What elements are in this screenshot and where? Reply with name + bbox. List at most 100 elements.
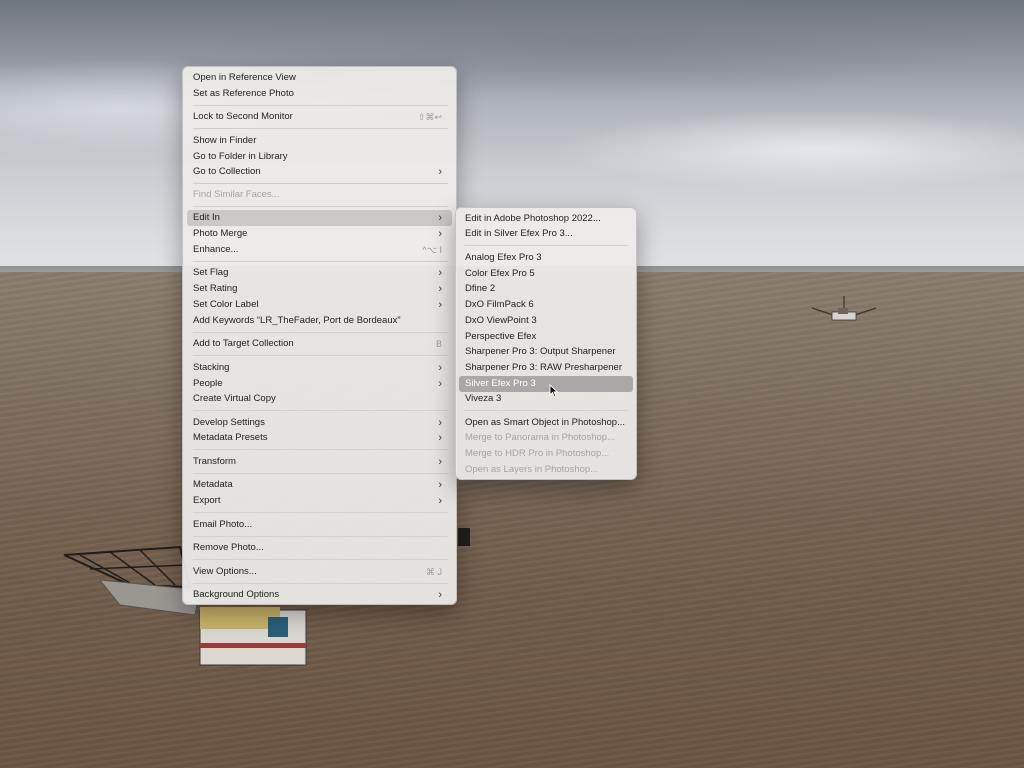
menu-item-label: Edit In (193, 212, 220, 223)
submenu-item-merge-to-hdr: Merge to HDR Pro in Photoshop... (459, 446, 633, 462)
menu-item-create-virtual-copy[interactable]: Create Virtual Copy (187, 391, 452, 407)
menu-item-label: Set as Reference Photo (193, 88, 294, 99)
menu-item-label: Set Rating (193, 283, 238, 294)
submenu-item-edit-in-photoshop[interactable]: Edit in Adobe Photoshop 2022... (459, 211, 633, 227)
menu-item-label: Lock to Second Monitor (193, 111, 293, 122)
context-menu: Open in Reference View Set as Reference … (182, 66, 457, 605)
menu-item-open-in-reference-view[interactable]: Open in Reference View (187, 70, 452, 86)
menu-item-label: Open in Reference View (193, 72, 296, 83)
menu-item-go-to-collection[interactable]: Go to Collection › (187, 164, 452, 180)
menu-item-label: People (193, 378, 223, 389)
menu-item-label: Add to Target Collection (193, 338, 294, 349)
menu-item-label: Go to Folder in Library (193, 151, 288, 162)
menu-item-show-in-finder[interactable]: Show in Finder (187, 133, 452, 149)
submenu-item-open-as-layers: Open as Layers in Photoshop... (459, 462, 633, 478)
chevron-right-icon: › (438, 495, 442, 507)
menu-item-label: Metadata (193, 479, 233, 490)
chevron-right-icon: › (438, 479, 442, 491)
submenu-item-sharpener-raw[interactable]: Sharpener Pro 3: RAW Presharpener (459, 360, 633, 376)
menu-item-develop-settings[interactable]: Develop Settings › (187, 415, 452, 431)
menu-item-stacking[interactable]: Stacking › (187, 360, 452, 376)
menu-item-find-similar-faces: Find Similar Faces... (187, 187, 452, 203)
submenu-item-merge-to-panorama: Merge to Panorama in Photoshop... (459, 430, 633, 446)
menu-separator (193, 473, 448, 474)
menu-item-enhance[interactable]: Enhance... ^⌥ I (187, 242, 452, 258)
menu-separator (193, 449, 448, 450)
menu-item-label: Color Efex Pro 5 (465, 268, 535, 279)
menu-item-label: Silver Efex Pro 3 (465, 378, 536, 389)
chevron-right-icon: › (438, 166, 442, 178)
menu-item-export[interactable]: Export › (187, 493, 452, 509)
submenu-item-sharpener-output[interactable]: Sharpener Pro 3: Output Sharpener (459, 344, 633, 360)
menu-separator (193, 128, 448, 129)
menu-item-label: DxO ViewPoint 3 (465, 315, 537, 326)
chevron-right-icon: › (438, 417, 442, 429)
menu-item-label: Sharpener Pro 3: Output Sharpener (465, 346, 616, 357)
submenu-item-viveza-3[interactable]: Viveza 3 (459, 391, 633, 407)
menu-separator (193, 583, 448, 584)
menu-item-label: Set Color Label (193, 299, 259, 310)
menu-item-label: Develop Settings (193, 417, 265, 428)
chevron-right-icon: › (438, 267, 442, 279)
distant-boat (811, 296, 877, 321)
menu-item-remove-photo[interactable]: Remove Photo... (187, 540, 452, 556)
menu-item-label: Open as Smart Object in Photoshop... (465, 417, 626, 428)
menu-separator (193, 536, 448, 537)
menu-item-label: Find Similar Faces... (193, 189, 280, 200)
menu-item-background-options[interactable]: Background Options › (187, 587, 452, 603)
chevron-right-icon: › (438, 432, 442, 444)
menu-separator (193, 559, 448, 560)
menu-item-label: Email Photo... (193, 519, 253, 530)
menu-item-label: DxO FilmPack 6 (465, 299, 534, 310)
menu-separator (193, 410, 448, 411)
menu-item-label: Set Flag (193, 267, 229, 278)
chevron-right-icon: › (438, 212, 442, 224)
submenu-item-silver-efex-pro-3[interactable]: Silver Efex Pro 3 (459, 376, 633, 392)
submenu-item-dfine-2[interactable]: Dfine 2 (459, 281, 633, 297)
menu-separator (193, 183, 448, 184)
menu-item-metadata-presets[interactable]: Metadata Presets › (187, 430, 452, 446)
menu-separator (193, 512, 448, 513)
chevron-right-icon: › (438, 378, 442, 390)
menu-item-set-as-reference-photo[interactable]: Set as Reference Photo (187, 86, 452, 102)
menu-item-label: Enhance... (193, 244, 239, 255)
menu-item-label: Dfine 2 (465, 283, 496, 294)
menu-item-edit-in[interactable]: Edit In › (187, 210, 452, 226)
menu-separator (464, 245, 628, 246)
submenu-item-analog-efex-pro-3[interactable]: Analog Efex Pro 3 (459, 250, 633, 266)
menu-item-label: Metadata Presets (193, 432, 268, 443)
submenu-item-open-as-smart-object[interactable]: Open as Smart Object in Photoshop... (459, 415, 633, 431)
submenu-item-dxo-viewpoint-3[interactable]: DxO ViewPoint 3 (459, 313, 633, 329)
menu-item-label: View Options... (193, 566, 257, 577)
menu-item-add-keywords[interactable]: Add Keywords “LR_TheFader, Port de Borde… (187, 313, 452, 329)
menu-item-add-to-target-collection[interactable]: Add to Target Collection B (187, 336, 452, 352)
keyboard-shortcut: ⌘ J (425, 567, 442, 577)
keyboard-shortcut: ^⌥ I (422, 245, 442, 255)
menu-separator (464, 410, 628, 411)
menu-item-photo-merge[interactable]: Photo Merge › (187, 226, 452, 242)
menu-item-label: Perspective Efex (465, 331, 537, 342)
menu-item-label: Background Options (193, 589, 280, 600)
menu-item-set-flag[interactable]: Set Flag › (187, 265, 452, 281)
chevron-right-icon: › (438, 283, 442, 295)
submenu-item-dxo-filmpack-6[interactable]: DxO FilmPack 6 (459, 297, 633, 313)
menu-item-label: Merge to HDR Pro in Photoshop... (465, 448, 610, 459)
menu-item-email-photo[interactable]: Email Photo... (187, 517, 452, 533)
menu-item-label: Edit in Adobe Photoshop 2022... (465, 213, 601, 224)
menu-item-view-options[interactable]: View Options... ⌘ J (187, 564, 452, 580)
menu-item-transform[interactable]: Transform › (187, 454, 452, 470)
menu-item-metadata[interactable]: Metadata › (187, 477, 452, 493)
submenu-item-perspective-efex[interactable]: Perspective Efex (459, 329, 633, 345)
menu-item-set-color-label[interactable]: Set Color Label › (187, 297, 452, 313)
submenu-item-color-efex-pro-5[interactable]: Color Efex Pro 5 (459, 266, 633, 282)
menu-item-label: Sharpener Pro 3: RAW Presharpener (465, 362, 623, 373)
menu-item-set-rating[interactable]: Set Rating › (187, 281, 452, 297)
chevron-right-icon: › (438, 228, 442, 240)
menu-item-label: Remove Photo... (193, 542, 264, 553)
submenu-item-edit-in-silver-efex[interactable]: Edit in Silver Efex Pro 3... (459, 226, 633, 242)
chevron-right-icon: › (438, 589, 442, 601)
menu-item-people[interactable]: People › (187, 376, 452, 392)
menu-item-go-to-folder-in-library[interactable]: Go to Folder in Library (187, 149, 452, 165)
menu-item-lock-to-second-monitor[interactable]: Lock to Second Monitor ⇧⌘↩ (187, 109, 452, 125)
menu-item-label: Transform (193, 456, 236, 467)
